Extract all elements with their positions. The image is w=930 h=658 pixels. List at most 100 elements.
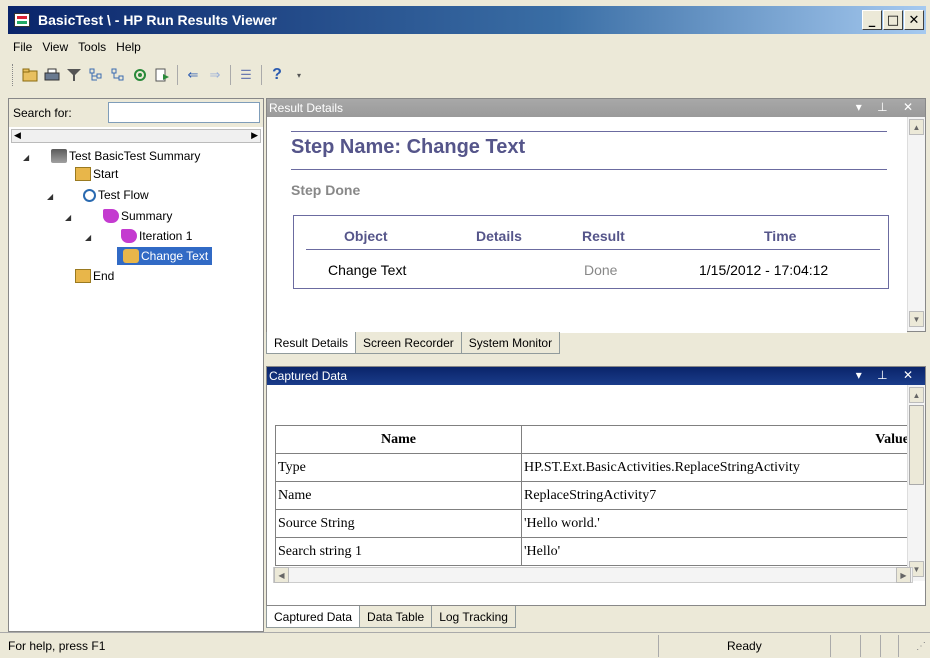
filter-icon[interactable]: [65, 66, 83, 84]
export-icon[interactable]: [153, 66, 171, 84]
expand-tree-icon[interactable]: [87, 66, 105, 84]
result-details-panel: Result Details ▾ ⊥ ✕ Step Name: Change T…: [266, 98, 926, 333]
scroll-left-icon[interactable]: ◀: [274, 567, 289, 583]
toolbar-separator: [261, 65, 262, 85]
panel-controls-icon[interactable]: ▾ ⊥ ✕: [856, 100, 919, 114]
tree-item-test-flow[interactable]: Test Flow: [83, 186, 149, 204]
cell-name: Name: [275, 481, 522, 510]
column-header-time: Time: [764, 228, 797, 244]
tab-data-table[interactable]: Data Table: [359, 606, 433, 628]
collapse-arrow-icon[interactable]: ◢: [47, 192, 53, 201]
toolbar-grip[interactable]: [12, 64, 15, 86]
tab-captured-data[interactable]: Captured Data: [266, 606, 361, 628]
toolbar-separator: [177, 65, 178, 85]
scroll-right-icon[interactable]: ▶: [251, 130, 258, 141]
print-icon[interactable]: [43, 66, 61, 84]
cell-name: Type: [275, 453, 522, 482]
tree-item-flow-summary[interactable]: Summary: [103, 207, 172, 225]
table-row[interactable]: Source String 'Hello world.': [275, 509, 912, 538]
minimize-button[interactable]: _: [862, 10, 882, 30]
column-header-result: Result: [582, 228, 625, 244]
scroll-right-icon[interactable]: ▶: [896, 567, 911, 583]
result-details-header[interactable]: Result Details ▾ ⊥ ✕: [267, 99, 925, 117]
divider: [291, 169, 887, 170]
tree-horizontal-scrollbar[interactable]: ◀ ▶: [11, 129, 261, 143]
table-row[interactable]: Name ReplaceStringActivity7: [275, 481, 912, 510]
flow-icon: [83, 188, 96, 202]
panel-controls-icon[interactable]: ▾ ⊥ ✕: [856, 368, 919, 382]
menu-tools[interactable]: Tools: [73, 40, 111, 54]
scroll-down-icon[interactable]: ▼: [909, 311, 924, 327]
captured-data-panel: Captured Data ▾ ⊥ ✕ Name Value Type HP.S…: [266, 366, 926, 606]
cell-name: Search string 1: [275, 537, 522, 566]
status-divider: [860, 635, 861, 657]
scroll-left-icon[interactable]: ◀: [14, 130, 21, 141]
window-title: BasicTest \ - HP Run Results Viewer: [38, 12, 277, 28]
tab-screen-recorder[interactable]: Screen Recorder: [355, 332, 462, 354]
captured-data-horizontal-scrollbar[interactable]: ◀ ▶: [273, 567, 913, 583]
menu-view[interactable]: View: [37, 40, 73, 54]
data-tabs: Captured Data Data Table Log Tracking: [266, 606, 516, 628]
scroll-thumb[interactable]: [909, 405, 924, 485]
iteration-icon: [121, 229, 137, 243]
app-icon: [14, 13, 30, 27]
cell-value: 'Hello': [521, 537, 912, 566]
status-divider: [830, 635, 831, 657]
tab-result-details[interactable]: Result Details: [266, 332, 357, 354]
summary-icon: [51, 149, 67, 163]
forward-arrow-icon[interactable]: ⇒: [206, 66, 224, 84]
cell-object: Change Text: [328, 262, 407, 278]
search-input[interactable]: [108, 102, 260, 123]
captured-data-vertical-scrollbar[interactable]: ▲ ▼: [907, 385, 925, 581]
column-header-object: Object: [344, 228, 388, 244]
result-details-body: Step Name: Change Text Step Done Object …: [267, 117, 907, 333]
collapse-arrow-icon[interactable]: ◢: [65, 213, 71, 222]
toolbar-overflow-icon[interactable]: ▾: [290, 66, 308, 84]
divider: [291, 131, 887, 132]
step-status: Step Done: [291, 182, 361, 198]
menu-help[interactable]: Help: [111, 40, 146, 54]
collapse-arrow-icon[interactable]: ◢: [85, 233, 91, 242]
tree-item-summary[interactable]: Test BasicTest Summary: [51, 147, 200, 165]
toolbar-separator: [230, 65, 231, 85]
table-header-row: Name Value: [275, 425, 912, 454]
step-name-heading: Step Name: Change Text: [291, 136, 526, 158]
help-icon[interactable]: ?: [268, 66, 286, 84]
resize-grip-icon[interactable]: ⋰: [916, 641, 926, 652]
start-icon: [75, 167, 91, 181]
captured-data-table: Name Value Type HP.ST.Ext.BasicActivitie…: [275, 425, 912, 566]
scroll-up-icon[interactable]: ▲: [909, 387, 924, 403]
end-icon: [75, 269, 91, 283]
cell-value: 'Hello world.': [521, 509, 912, 538]
table-row[interactable]: Search string 1 'Hello': [275, 537, 912, 566]
column-header-details: Details: [476, 228, 522, 244]
open-icon[interactable]: [21, 66, 39, 84]
collapse-tree-icon[interactable]: [109, 66, 127, 84]
step-icon: [123, 249, 139, 263]
menu-file[interactable]: File: [8, 40, 37, 54]
list-icon[interactable]: ☰: [237, 66, 255, 84]
result-details-scrollbar[interactable]: ▲ ▼: [907, 117, 925, 331]
tab-system-monitor[interactable]: System Monitor: [460, 332, 561, 354]
close-button[interactable]: ✕: [904, 10, 924, 30]
result-table: Object Details Result Time Change Text D…: [293, 215, 889, 289]
tab-log-tracking[interactable]: Log Tracking: [431, 606, 516, 628]
scroll-up-icon[interactable]: ▲: [909, 119, 924, 135]
status-divider: [898, 635, 899, 657]
status-ready-text: Ready: [727, 639, 762, 653]
collapse-arrow-icon[interactable]: ◢: [23, 153, 29, 162]
refresh-icon[interactable]: [131, 66, 149, 84]
table-row[interactable]: Type HP.ST.Ext.BasicActivities.ReplaceSt…: [275, 453, 912, 482]
title-bar[interactable]: BasicTest \ - HP Run Results Viewer _ □ …: [8, 6, 926, 34]
captured-data-header[interactable]: Captured Data ▾ ⊥ ✕: [267, 367, 925, 385]
tree-item-change-text[interactable]: Change Text: [117, 247, 213, 265]
search-label: Search for:: [13, 106, 72, 120]
cell-value: ReplaceStringActivity7: [521, 481, 912, 510]
maximize-button[interactable]: □: [883, 10, 903, 30]
cell-name: Source String: [275, 509, 522, 538]
back-arrow-icon[interactable]: ⇐: [184, 66, 202, 84]
tree-item-start[interactable]: Start: [75, 165, 118, 183]
column-header-name: Name: [275, 425, 522, 454]
tree-item-end[interactable]: End: [75, 267, 114, 285]
tree-item-iteration[interactable]: Iteration 1: [121, 227, 192, 245]
